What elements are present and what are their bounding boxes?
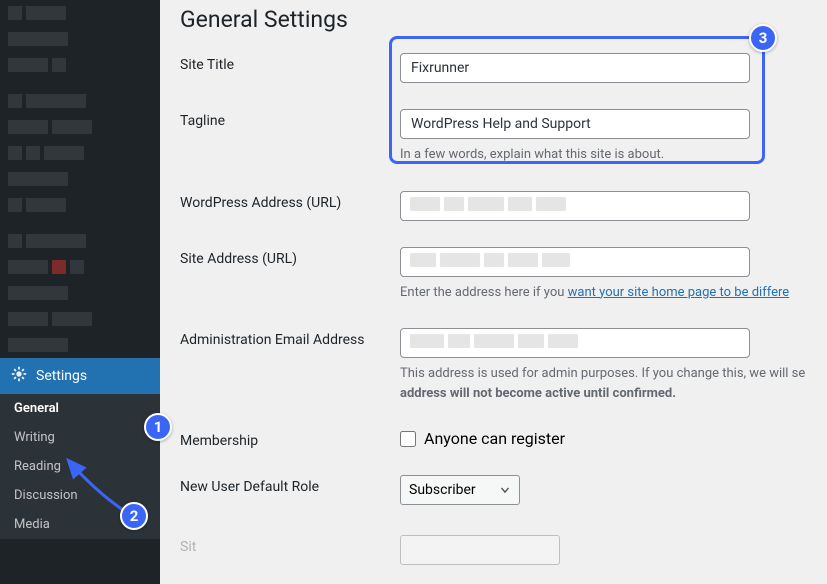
label-membership: Membership xyxy=(180,429,400,449)
sidebar-sub-media[interactable]: Media xyxy=(0,510,160,539)
page-title: General Settings xyxy=(180,6,807,33)
sidebar-settings-label: Settings xyxy=(36,368,87,384)
label-wp-address: WordPress Address (URL) xyxy=(180,191,400,211)
input-site-title[interactable] xyxy=(400,53,750,83)
sidebar-sub-discussion[interactable]: Discussion xyxy=(0,481,160,510)
sidebar-sub-general[interactable]: General xyxy=(0,394,160,423)
desc-admin-email: This address is used for admin purposes.… xyxy=(400,364,807,403)
label-tagline: Tagline xyxy=(180,109,400,129)
sidebar-item-settings[interactable]: Settings xyxy=(0,358,160,394)
admin-sidebar: Settings General Writing Reading Discuss… xyxy=(0,0,160,584)
checkbox-anyone-register[interactable] xyxy=(400,431,416,447)
label-default-role: New User Default Role xyxy=(180,475,400,495)
select-site-language[interactable] xyxy=(400,535,560,565)
label-admin-email: Administration Email Address xyxy=(180,328,400,348)
sidebar-sub-reading[interactable]: Reading xyxy=(0,452,160,481)
link-home-page[interactable]: want your site home page to be differe xyxy=(568,285,790,300)
label-site-title: Site Title xyxy=(180,53,400,73)
desc-site-address: Enter the address here if you want your … xyxy=(400,283,807,303)
label-site-address: Site Address (URL) xyxy=(180,247,400,267)
label-site-language: Sit xyxy=(180,535,400,555)
input-tagline[interactable] xyxy=(400,109,750,139)
select-default-role[interactable]: Subscriber xyxy=(400,475,520,505)
main-content: General Settings Site Title Tagline In a… xyxy=(160,0,827,584)
membership-checkbox-wrap[interactable]: Anyone can register xyxy=(400,429,807,448)
settings-icon xyxy=(10,365,28,387)
checkbox-label: Anyone can register xyxy=(424,429,565,448)
desc-tagline: In a few words, explain what this site i… xyxy=(400,145,807,165)
sidebar-sub-writing[interactable]: Writing xyxy=(0,423,160,452)
